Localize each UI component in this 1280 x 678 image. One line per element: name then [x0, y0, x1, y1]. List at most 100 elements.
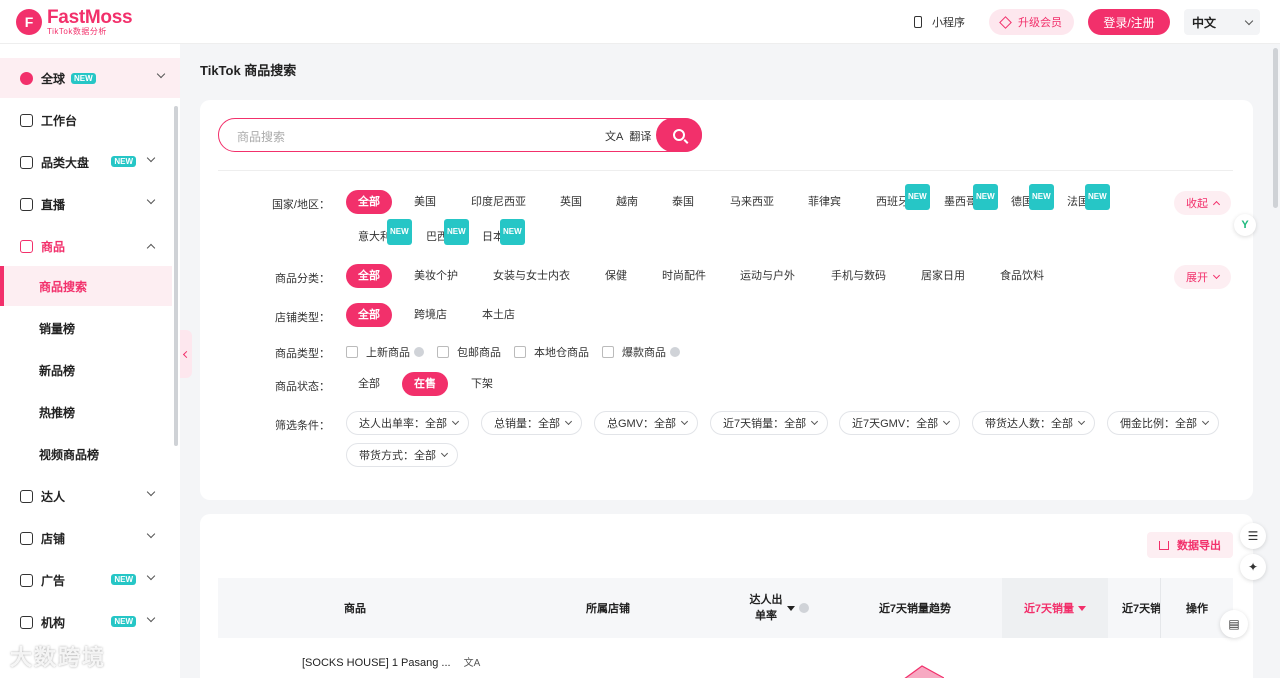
sidebar-sub-sales-rank[interactable]: 销量榜 — [0, 308, 172, 348]
new-badge: NEW — [973, 184, 998, 210]
new-badge: NEW — [905, 184, 930, 210]
column-header-7d-sales[interactable]: 近7天销量 — [1002, 578, 1108, 638]
country-chip[interactable]: 意大利 NEW — [358, 219, 412, 249]
country-chip[interactable]: 美国 — [414, 190, 436, 214]
sidebar-sub-video-rank[interactable]: 视频商品榜 — [0, 434, 172, 474]
document-icon[interactable]: ▤ — [1220, 610, 1248, 638]
chat-icon[interactable]: ☰ — [1240, 523, 1266, 549]
country-chip[interactable]: 越南 — [616, 190, 638, 214]
conditions-label: 筛选条件： — [275, 420, 330, 432]
country-chip[interactable]: 墨西哥 NEW — [944, 184, 998, 214]
category-chip[interactable]: 运动与户外 — [740, 264, 795, 288]
search-box: 商品搜索 文A 翻译 — [218, 117, 702, 152]
new-badge: NEW — [500, 219, 525, 245]
product-type-checkbox[interactable]: 爆款商品 — [602, 344, 680, 360]
page-scrollbar[interactable] — [1273, 48, 1278, 208]
status-chip[interactable]: 下架 — [471, 372, 493, 396]
category-chip[interactable]: 全部 — [346, 264, 392, 288]
product-type-checkbox[interactable]: 上新商品 — [346, 344, 424, 360]
category-chip[interactable]: 食品饮料 — [1000, 264, 1044, 288]
shop-type-chip[interactable]: 本土店 — [482, 303, 515, 327]
condition-dropdown[interactable]: 近7天GMV：全部 — [839, 411, 961, 435]
checkbox-label: 包邮商品 — [457, 347, 501, 359]
product-type-checkbox[interactable]: 包邮商品 — [437, 344, 501, 360]
product-type-checkbox[interactable]: 本地仓商品 — [514, 344, 589, 360]
condition-dropdown[interactable]: 总销量：全部 — [481, 411, 582, 435]
translate-button[interactable]: 文A 翻译 — [605, 128, 651, 144]
category-chip[interactable]: 时尚配件 — [662, 264, 706, 288]
login-button[interactable]: 登录/注册 — [1088, 9, 1170, 35]
table-header: 商品 所属店铺 达人出 单率 近7天销量趋势 近7天销量 近7天销 操作 — [218, 578, 1233, 638]
sidebar-item-shops[interactable]: 店铺 — [0, 518, 172, 558]
country-label: 国家/地区： — [271, 199, 330, 211]
country-chip[interactable]: 马来西亚 — [730, 190, 774, 214]
column-header-creator-rate[interactable]: 达人出 单率 — [734, 578, 824, 638]
megaphone-icon — [20, 573, 33, 587]
export-button[interactable]: 数据导出 — [1147, 532, 1233, 558]
country-chip[interactable]: 巴西 NEW — [426, 219, 469, 249]
sidebar-item-label: 达人 — [41, 489, 66, 504]
category-chip[interactable]: 居家日用 — [921, 264, 965, 288]
info-icon[interactable] — [798, 603, 809, 613]
sidebar-collapse-button[interactable] — [180, 330, 192, 378]
sidebar-item-category[interactable]: 品类大盘 NEW — [0, 142, 172, 182]
chevron-down-icon — [681, 417, 689, 426]
table-row[interactable]: [SOCKS HOUSE] 1 Pasang ... 文A — [302, 654, 480, 669]
category-chip[interactable]: 女装与女士内衣 — [493, 264, 570, 288]
sidebar-sub-hot-rank[interactable]: 热推榜 — [0, 392, 172, 432]
language-select[interactable]: 中文 — [1184, 9, 1260, 35]
sidebar-item-live[interactable]: 直播 — [0, 184, 172, 224]
assistant-badge-icon[interactable]: Y — [1234, 214, 1256, 236]
condition-dropdown[interactable]: 达人出单率：全部 — [346, 411, 469, 435]
category-chip[interactable]: 手机与数码 — [831, 264, 886, 288]
shop-type-chip[interactable]: 跨境店 — [414, 303, 447, 327]
country-chip[interactable]: 法国 NEW — [1067, 184, 1110, 214]
info-icon[interactable] — [414, 347, 424, 357]
dropdown-label: 带货方式：全部 — [359, 450, 436, 462]
category-chip[interactable]: 美妆个护 — [414, 264, 458, 288]
country-chip[interactable]: 西班牙 NEW — [876, 184, 930, 214]
condition-dropdown[interactable]: 带货方式：全部 — [346, 443, 458, 467]
sidebar-sub-product-search[interactable]: 商品搜索 — [0, 266, 172, 306]
sidebar-item-agency[interactable]: 机构 NEW — [0, 602, 172, 642]
sidebar-sub-new-rank[interactable]: 新品榜 — [0, 350, 172, 390]
country-chip[interactable]: 全部 — [346, 190, 392, 214]
sidebar-item-ads[interactable]: 广告 NEW — [0, 560, 172, 600]
collapse-button[interactable]: 收起 — [1174, 191, 1231, 215]
sidebar-item-label: 商品 — [41, 239, 66, 254]
header-label: 近7天销量 — [1023, 603, 1075, 615]
info-icon[interactable] — [670, 347, 680, 357]
mini-program-button[interactable]: 小程序 — [914, 14, 965, 30]
country-chip[interactable]: 印度尼西亚 — [471, 190, 526, 214]
sidebar-item-products[interactable]: 商品 — [0, 226, 172, 266]
country-chip[interactable]: 菲律宾 — [808, 190, 841, 214]
condition-dropdown[interactable]: 佣金比例：全部 — [1107, 411, 1219, 435]
status-chip[interactable]: 在售 — [402, 372, 448, 396]
chevron-up-icon — [146, 243, 156, 253]
condition-dropdown[interactable]: 近7天销量：全部 — [710, 411, 829, 435]
product-title[interactable]: [SOCKS HOUSE] 1 Pasang ... — [302, 657, 451, 669]
country-chip[interactable]: 德国 NEW — [1011, 184, 1054, 214]
country-chip[interactable]: 英国 — [560, 190, 582, 214]
expand-button[interactable]: 展开 — [1174, 265, 1231, 289]
search-button[interactable] — [656, 117, 702, 152]
sidebar-item-creators[interactable]: 达人 — [0, 476, 172, 516]
country-chip[interactable]: 泰国 — [672, 190, 694, 214]
upgrade-button[interactable]: 升级会员 — [989, 9, 1074, 35]
home-icon — [20, 113, 33, 127]
sparkle-icon[interactable]: ✦ — [1240, 554, 1266, 580]
sidebar-global[interactable]: 全球 NEW — [0, 58, 180, 98]
sidebar-item-workbench[interactable]: 工作台 — [0, 100, 172, 140]
country-chip[interactable]: 日本 NEW — [482, 219, 525, 249]
category-chip[interactable]: 保健 — [605, 264, 627, 288]
condition-dropdown[interactable]: 总GMV：全部 — [594, 411, 699, 435]
status-chip[interactable]: 全部 — [358, 372, 380, 396]
translate-icon[interactable]: 文A — [464, 658, 481, 669]
sidebar-scrollbar[interactable] — [174, 106, 178, 446]
logo[interactable]: F FastMoss TikTok数据分析 — [16, 8, 133, 36]
shop-type-chip[interactable]: 全部 — [346, 303, 392, 327]
product-type-label: 商品类型： — [275, 348, 330, 360]
search-input[interactable]: 商品搜索 — [237, 128, 285, 145]
sort-down-icon[interactable] — [786, 605, 795, 611]
condition-dropdown[interactable]: 带货达人数：全部 — [972, 411, 1095, 435]
